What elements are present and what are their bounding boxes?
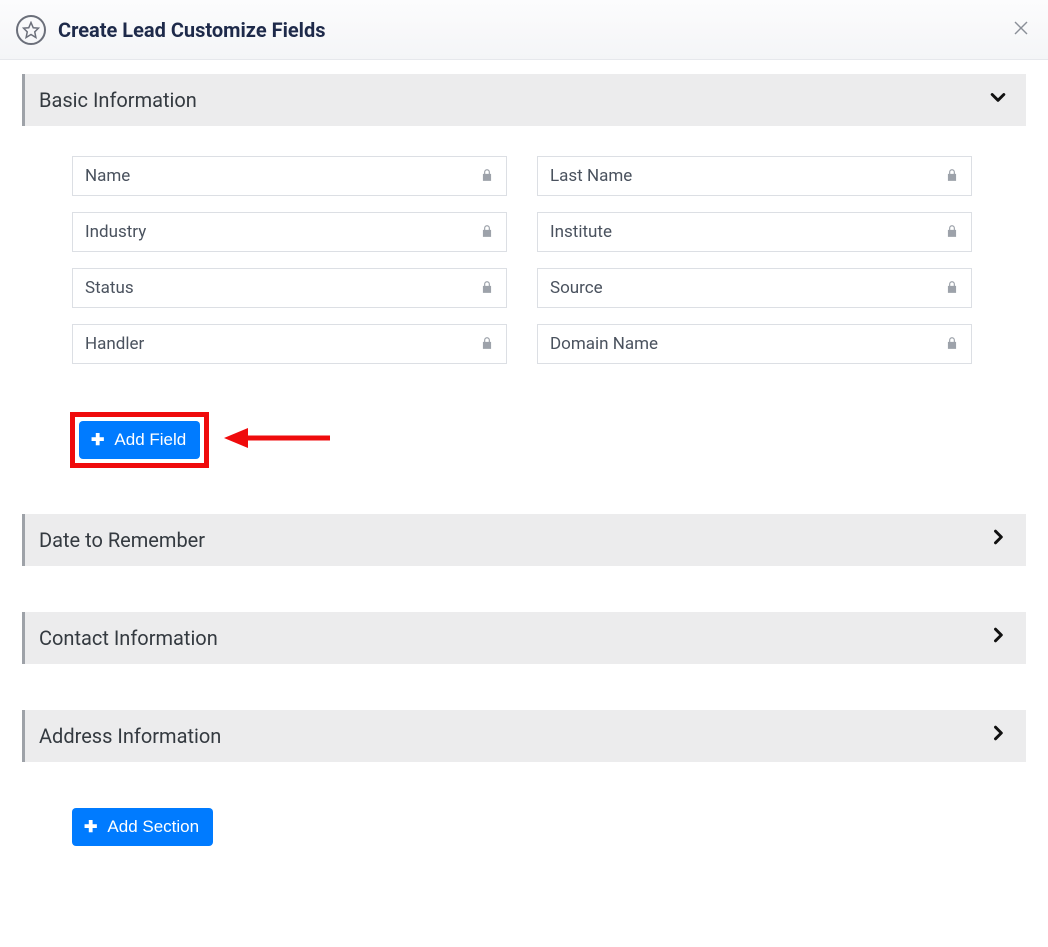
chevron-right-icon [988, 527, 1008, 553]
field-label: Source [550, 278, 603, 298]
field-domain-name[interactable]: Domain Name [537, 324, 972, 364]
section-title: Date to Remember [39, 528, 205, 552]
field-status[interactable]: Status [72, 268, 507, 308]
field-label: Status [85, 278, 134, 298]
annotation-highlight: ✚ Add Field [70, 412, 209, 468]
section-date-to-remember: Date to Remember [22, 514, 1026, 566]
section-address-information: Address Information [22, 710, 1026, 762]
add-field-label: Add Field [114, 430, 186, 450]
chevron-down-icon [988, 87, 1008, 113]
field-label: Domain Name [550, 334, 658, 354]
add-field-wrap: ✚ Add Field [70, 412, 209, 468]
fields-grid: Name Last Name Industry Institute Status… [22, 126, 1026, 364]
plus-icon: ✚ [84, 817, 97, 837]
chevron-right-icon [988, 723, 1008, 749]
star-icon [16, 15, 46, 45]
section-header-address[interactable]: Address Information [22, 710, 1026, 762]
content: Basic Information Name Last Name Industr… [0, 60, 1048, 886]
field-last-name[interactable]: Last Name [537, 156, 972, 196]
close-icon[interactable] [1014, 21, 1028, 39]
add-section-button[interactable]: ✚ Add Section [72, 808, 213, 846]
field-source[interactable]: Source [537, 268, 972, 308]
field-label: Institute [550, 222, 612, 242]
lock-icon [945, 167, 959, 186]
field-name[interactable]: Name [72, 156, 507, 196]
lock-icon [480, 335, 494, 354]
add-field-button[interactable]: ✚ Add Field [79, 421, 200, 459]
field-institute[interactable]: Institute [537, 212, 972, 252]
chevron-right-icon [988, 625, 1008, 651]
annotation-arrow-icon [222, 424, 332, 456]
field-label: Name [85, 166, 130, 186]
field-handler[interactable]: Handler [72, 324, 507, 364]
field-label: Last Name [550, 166, 632, 186]
plus-icon: ✚ [91, 430, 104, 450]
section-title: Basic Information [39, 88, 197, 112]
lock-icon [945, 335, 959, 354]
section-header-basic[interactable]: Basic Information [22, 74, 1026, 126]
lock-icon [945, 223, 959, 242]
field-industry[interactable]: Industry [72, 212, 507, 252]
section-contact-information: Contact Information [22, 612, 1026, 664]
section-header-date[interactable]: Date to Remember [22, 514, 1026, 566]
add-section-wrap: ✚ Add Section [72, 808, 1026, 846]
field-label: Industry [85, 222, 146, 242]
lock-icon [480, 167, 494, 186]
lock-icon [945, 279, 959, 298]
section-basic-information: Basic Information Name Last Name Industr… [22, 74, 1026, 468]
section-title: Address Information [39, 724, 221, 748]
field-label: Handler [85, 334, 144, 354]
section-title: Contact Information [39, 626, 218, 650]
add-section-label: Add Section [107, 817, 199, 837]
lock-icon [480, 223, 494, 242]
lock-icon [480, 279, 494, 298]
titlebar: Create Lead Customize Fields [0, 0, 1048, 60]
page-title: Create Lead Customize Fields [58, 18, 325, 42]
section-header-contact[interactable]: Contact Information [22, 612, 1026, 664]
